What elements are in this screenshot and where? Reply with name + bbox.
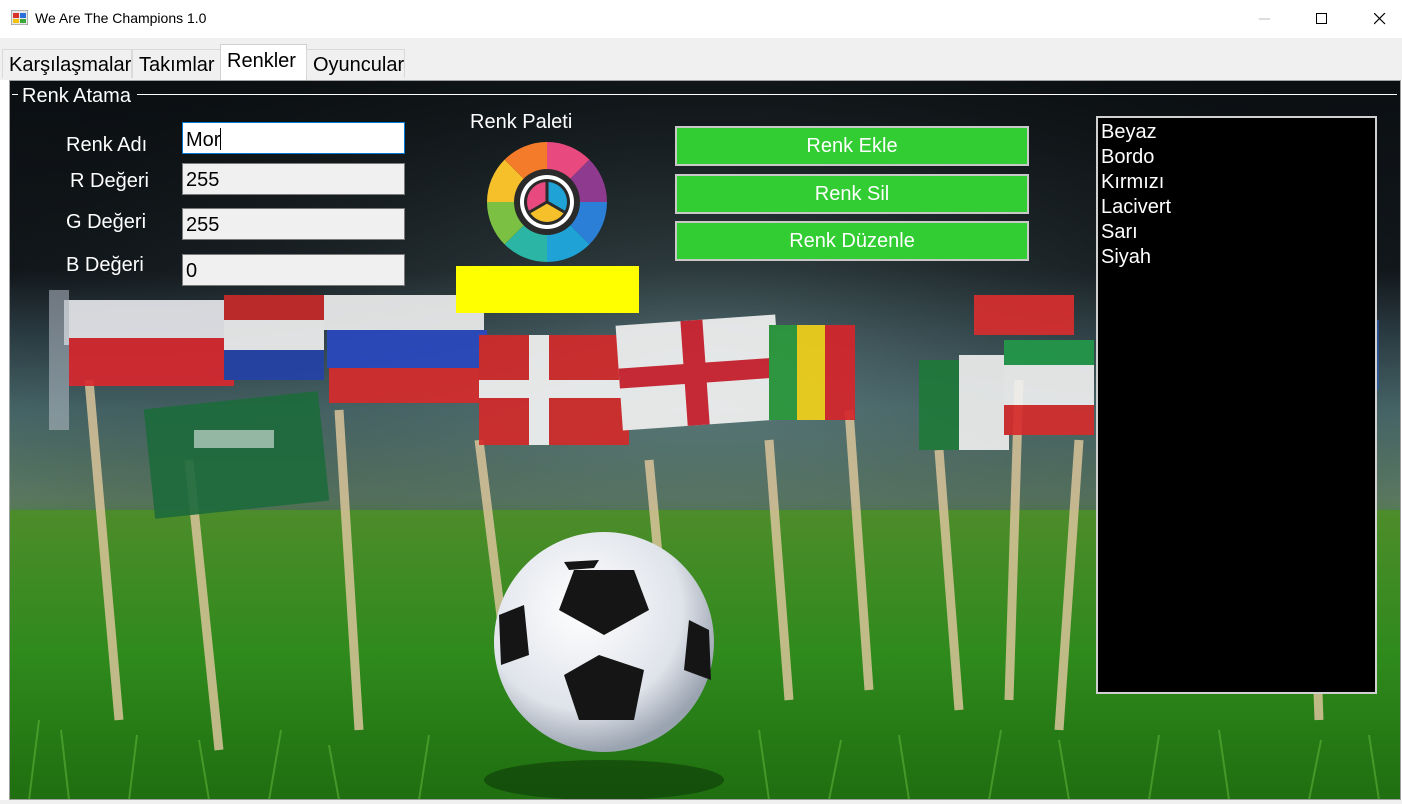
maximize-icon bbox=[1316, 13, 1327, 24]
groupbox-border-right bbox=[137, 94, 1397, 95]
tab-strip: Karşılaşmalar Takımlar Renkler Oyuncular bbox=[0, 38, 1402, 80]
renk-ekle-button[interactable]: Renk Ekle bbox=[675, 126, 1029, 166]
list-item[interactable]: Siyah bbox=[1101, 245, 1372, 270]
close-icon bbox=[1374, 13, 1386, 25]
minimize-icon bbox=[1259, 18, 1270, 20]
list-item[interactable]: Beyaz bbox=[1101, 120, 1372, 145]
renk-paleti-label: Renk Paleti bbox=[470, 111, 573, 133]
group-title: Renk Atama bbox=[22, 85, 131, 107]
tab-karsilasmalar[interactable]: Karşılaşmalar bbox=[2, 49, 132, 78]
groupbox-border-left bbox=[12, 94, 18, 95]
window-title: We Are The Champions 1.0 bbox=[35, 10, 207, 26]
b-degeri-label: B Değeri bbox=[66, 254, 144, 276]
renk-adi-value: Mor bbox=[186, 129, 221, 151]
list-item[interactable]: Bordo bbox=[1101, 145, 1372, 170]
tab-oyuncular[interactable]: Oyuncular bbox=[306, 49, 405, 78]
colors-listbox[interactable]: Beyaz Bordo Kırmızı Lacivert Sarı Siyah bbox=[1096, 116, 1377, 694]
bottom-strip bbox=[0, 800, 1402, 804]
list-item[interactable]: Sarı bbox=[1101, 220, 1372, 245]
r-degeri-input[interactable]: 255 bbox=[182, 163, 405, 195]
tab-renkler[interactable]: Renkler bbox=[220, 44, 307, 80]
b-degeri-input[interactable]: 0 bbox=[182, 254, 405, 286]
renk-adi-input[interactable]: Mor bbox=[182, 122, 405, 154]
g-degeri-label: G Değeri bbox=[66, 211, 147, 233]
color-preview-swatch bbox=[456, 266, 639, 313]
title-bar: We Are The Champions 1.0 bbox=[0, 0, 1402, 38]
renk-duzenle-button[interactable]: Renk Düzenle bbox=[675, 221, 1029, 261]
renk-sil-button[interactable]: Renk Sil bbox=[675, 174, 1029, 214]
r-degeri-label: R Değeri bbox=[70, 170, 149, 192]
app-icon bbox=[11, 10, 28, 25]
close-button[interactable] bbox=[1351, 0, 1402, 38]
maximize-button[interactable] bbox=[1293, 0, 1351, 38]
tab-takimlar[interactable]: Takımlar bbox=[132, 49, 221, 78]
list-item[interactable]: Kırmızı bbox=[1101, 170, 1372, 195]
list-item[interactable]: Lacivert bbox=[1101, 195, 1372, 220]
minimize-button[interactable] bbox=[1236, 0, 1294, 38]
g-degeri-input[interactable]: 255 bbox=[182, 208, 405, 240]
renk-adi-label: Renk Adı bbox=[66, 134, 148, 156]
renkler-panel: Renk Atama Renk Adı R Değeri G Değeri B … bbox=[9, 80, 1401, 800]
text-caret bbox=[220, 128, 222, 150]
color-palette-icon[interactable] bbox=[486, 141, 608, 263]
